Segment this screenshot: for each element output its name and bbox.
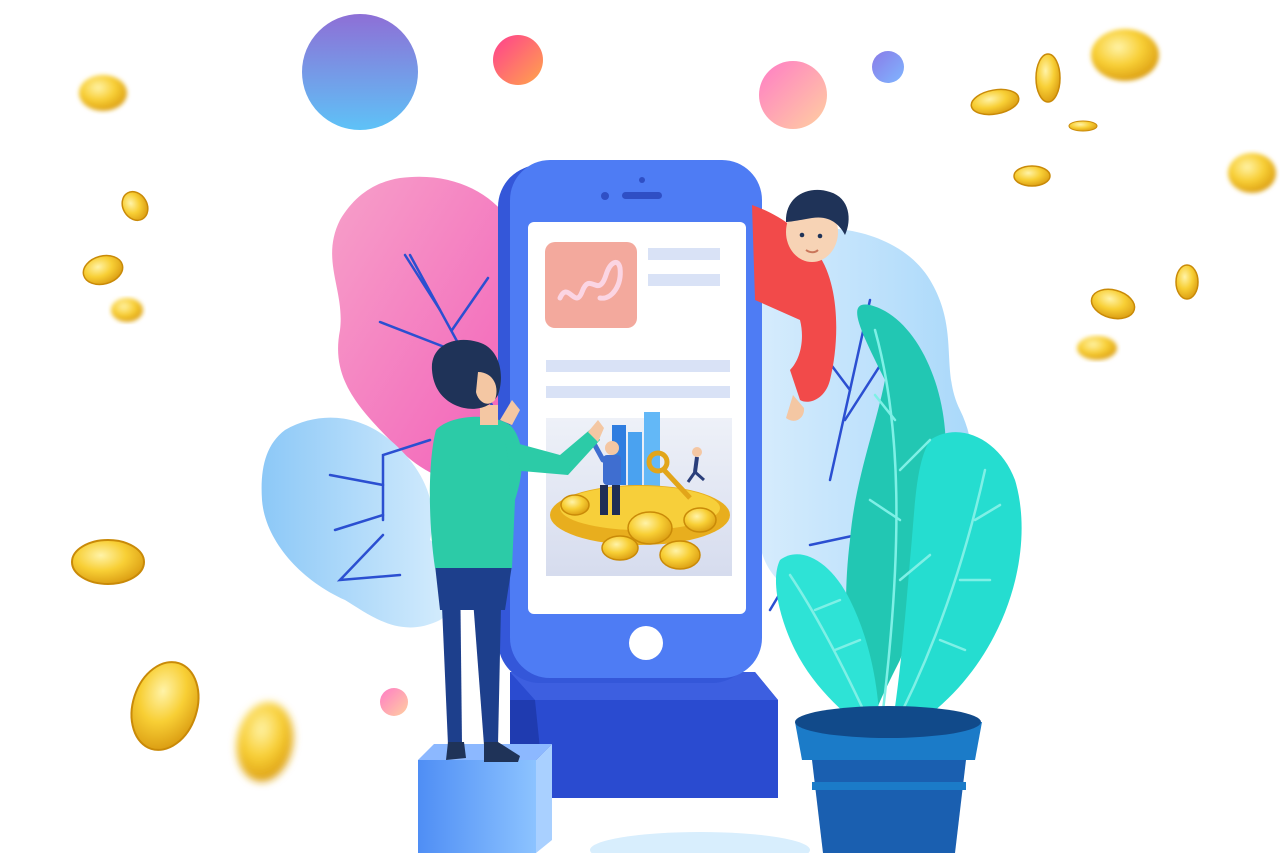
coin-icon [130, 661, 200, 751]
coin-icon [1175, 264, 1199, 300]
tiny-pink-circle [380, 688, 408, 716]
phone-speaker [622, 192, 662, 199]
coin-icon [1077, 336, 1117, 360]
coin-icon [1013, 165, 1051, 187]
coin-icon [1035, 53, 1061, 103]
floor-blob [590, 832, 810, 853]
screen-bar-3 [546, 360, 730, 372]
teal-shirt [429, 416, 522, 568]
screen-image-card [546, 412, 732, 576]
coin-icon [1091, 29, 1159, 81]
screen-bar-1 [648, 248, 720, 260]
pink-peach-circle [759, 61, 827, 129]
phone [498, 160, 762, 683]
illustration-svg [71, 14, 1276, 853]
phone-sensor [639, 177, 645, 183]
pot-body [812, 760, 966, 853]
coin-icon [71, 539, 145, 585]
coin-icon [1090, 288, 1136, 320]
large-purple-circle [302, 14, 418, 130]
coin-icon [970, 88, 1020, 116]
coin-icon [82, 254, 124, 286]
coin-icon [236, 702, 294, 782]
coin-icon [1068, 120, 1098, 132]
phone-camera-icon [601, 192, 609, 200]
screen-bar-2 [648, 274, 720, 286]
screen-bar-4 [546, 386, 730, 398]
coin-icon [121, 190, 149, 222]
coin-icon [1228, 153, 1276, 193]
illustration-scene [0, 0, 1280, 853]
home-button-icon [629, 626, 663, 660]
coin-icon [79, 75, 127, 111]
coin-icon [111, 298, 143, 322]
pants [435, 565, 512, 610]
small-violet-circle [872, 51, 904, 83]
small-pink-circle [493, 35, 543, 85]
shoe-left [446, 742, 466, 760]
